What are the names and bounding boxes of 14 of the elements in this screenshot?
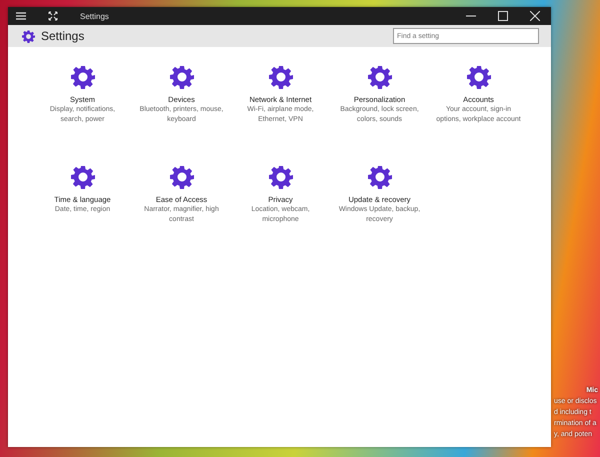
gear-icon[interactable] (70, 65, 94, 89)
gear-icon[interactable] (466, 65, 490, 89)
close-icon (530, 11, 540, 21)
gear-icon[interactable] (368, 65, 392, 89)
gear-icon[interactable] (268, 165, 292, 189)
window-title: Settings (80, 12, 109, 20)
maximize-icon (498, 11, 508, 21)
gear-icon[interactable] (368, 165, 392, 189)
gear-icon[interactable] (170, 165, 194, 189)
page-title: Settings (41, 29, 84, 43)
gear-icon[interactable] (268, 65, 292, 89)
gear-icon[interactable] (70, 165, 94, 189)
gear-icon (22, 30, 35, 42)
gear-icon[interactable] (170, 65, 194, 89)
